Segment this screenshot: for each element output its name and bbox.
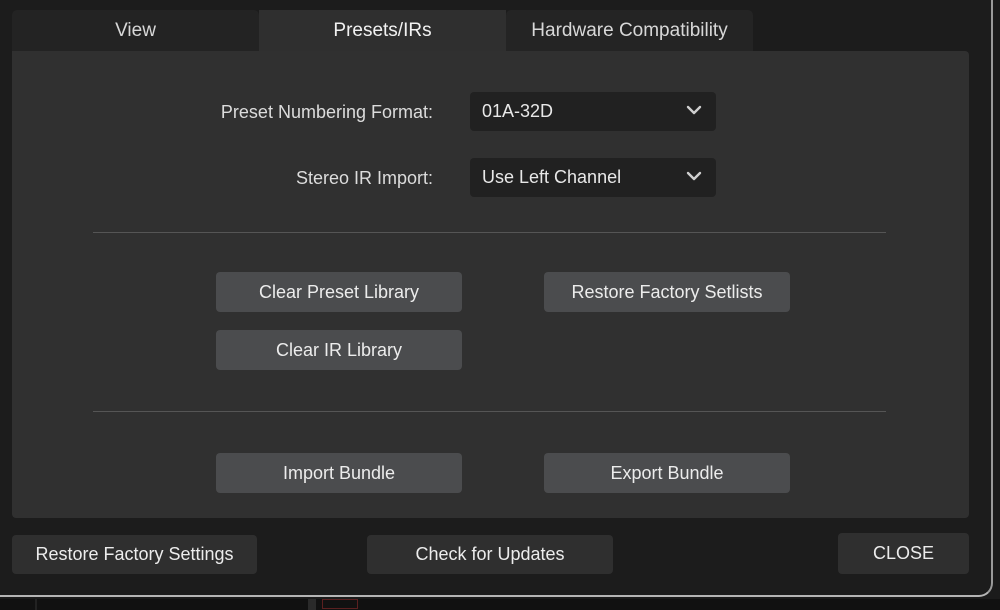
preset-numbering-format-dropdown[interactable]: 01A-32D bbox=[470, 92, 716, 131]
import-bundle-button[interactable]: Import Bundle bbox=[216, 453, 462, 493]
restore-factory-setlists-button[interactable]: Restore Factory Setlists bbox=[544, 272, 790, 312]
stereo-ir-import-label: Stereo IR Import: bbox=[295, 167, 433, 188]
chevron-down-icon bbox=[686, 105, 702, 115]
clear-preset-library-button[interactable]: Clear Preset Library bbox=[216, 272, 462, 312]
tab-view[interactable]: View bbox=[12, 10, 259, 52]
check-for-updates-button[interactable]: Check for Updates bbox=[367, 535, 613, 574]
stereo-ir-import-value: Use Left Channel bbox=[482, 167, 622, 187]
preset-numbering-format-label: Preset Numbering Format: bbox=[220, 101, 433, 122]
section-divider bbox=[93, 411, 886, 412]
background-element bbox=[308, 599, 316, 610]
preferences-dialog: View Presets/IRs Hardware Compatibility … bbox=[0, 0, 993, 597]
background-element bbox=[35, 599, 37, 610]
chevron-down-icon bbox=[686, 171, 702, 181]
restore-factory-settings-button[interactable]: Restore Factory Settings bbox=[12, 535, 257, 574]
tab-hardware-compatibility-label: Hardware Compatibility bbox=[531, 20, 728, 41]
background-element bbox=[322, 599, 358, 609]
section-divider bbox=[93, 232, 886, 233]
close-button[interactable]: CLOSE bbox=[838, 533, 969, 574]
tab-view-label: View bbox=[115, 20, 156, 41]
stereo-ir-import-dropdown[interactable]: Use Left Channel bbox=[470, 158, 716, 197]
preset-numbering-format-value: 01A-32D bbox=[482, 101, 554, 121]
tab-hardware-compatibility[interactable]: Hardware Compatibility bbox=[506, 10, 753, 52]
background-app-strip bbox=[0, 599, 1000, 610]
clear-ir-library-button[interactable]: Clear IR Library bbox=[216, 330, 462, 370]
tab-presets-irs[interactable]: Presets/IRs bbox=[259, 10, 506, 52]
export-bundle-button[interactable]: Export Bundle bbox=[544, 453, 790, 493]
tab-presets-irs-label: Presets/IRs bbox=[333, 20, 432, 41]
